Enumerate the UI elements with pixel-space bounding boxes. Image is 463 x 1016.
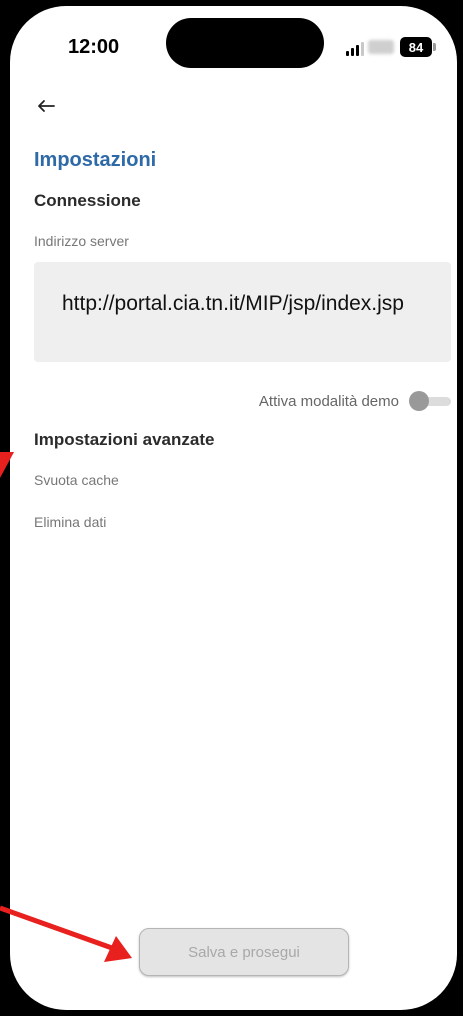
signal-icon bbox=[346, 42, 366, 56]
server-address-input[interactable]: http://portal.cia.tn.it/MIP/jsp/index.js… bbox=[34, 262, 451, 362]
battery-icon: 84 bbox=[400, 37, 432, 57]
demo-mode-label: Attiva modalità demo bbox=[258, 392, 399, 410]
status-time: 12:00 bbox=[68, 36, 120, 58]
demo-mode-row: Attiva modalità demo bbox=[259, 391, 451, 411]
demo-mode-toggle[interactable] bbox=[409, 391, 451, 411]
arrow-left-icon[interactable] bbox=[34, 94, 58, 118]
server-address-label: Indirizzo server bbox=[34, 233, 129, 249]
battery-tip bbox=[433, 43, 436, 51]
network-indicator bbox=[368, 40, 394, 54]
section-title-advanced: Impostazioni avanzate bbox=[34, 430, 215, 449]
phone-screen: 12:00 84 Impostazioni Connessione Indiri… bbox=[10, 6, 457, 1010]
section-title-connection: Connessione bbox=[34, 191, 141, 210]
save-and-continue-button[interactable]: Salva e prosegui bbox=[139, 928, 349, 976]
clear-cache-item[interactable]: Svuota cache bbox=[34, 472, 119, 488]
dynamic-island bbox=[166, 18, 324, 68]
delete-data-item[interactable]: Elimina dati bbox=[34, 514, 106, 530]
page-title: Impostazioni bbox=[34, 149, 157, 171]
